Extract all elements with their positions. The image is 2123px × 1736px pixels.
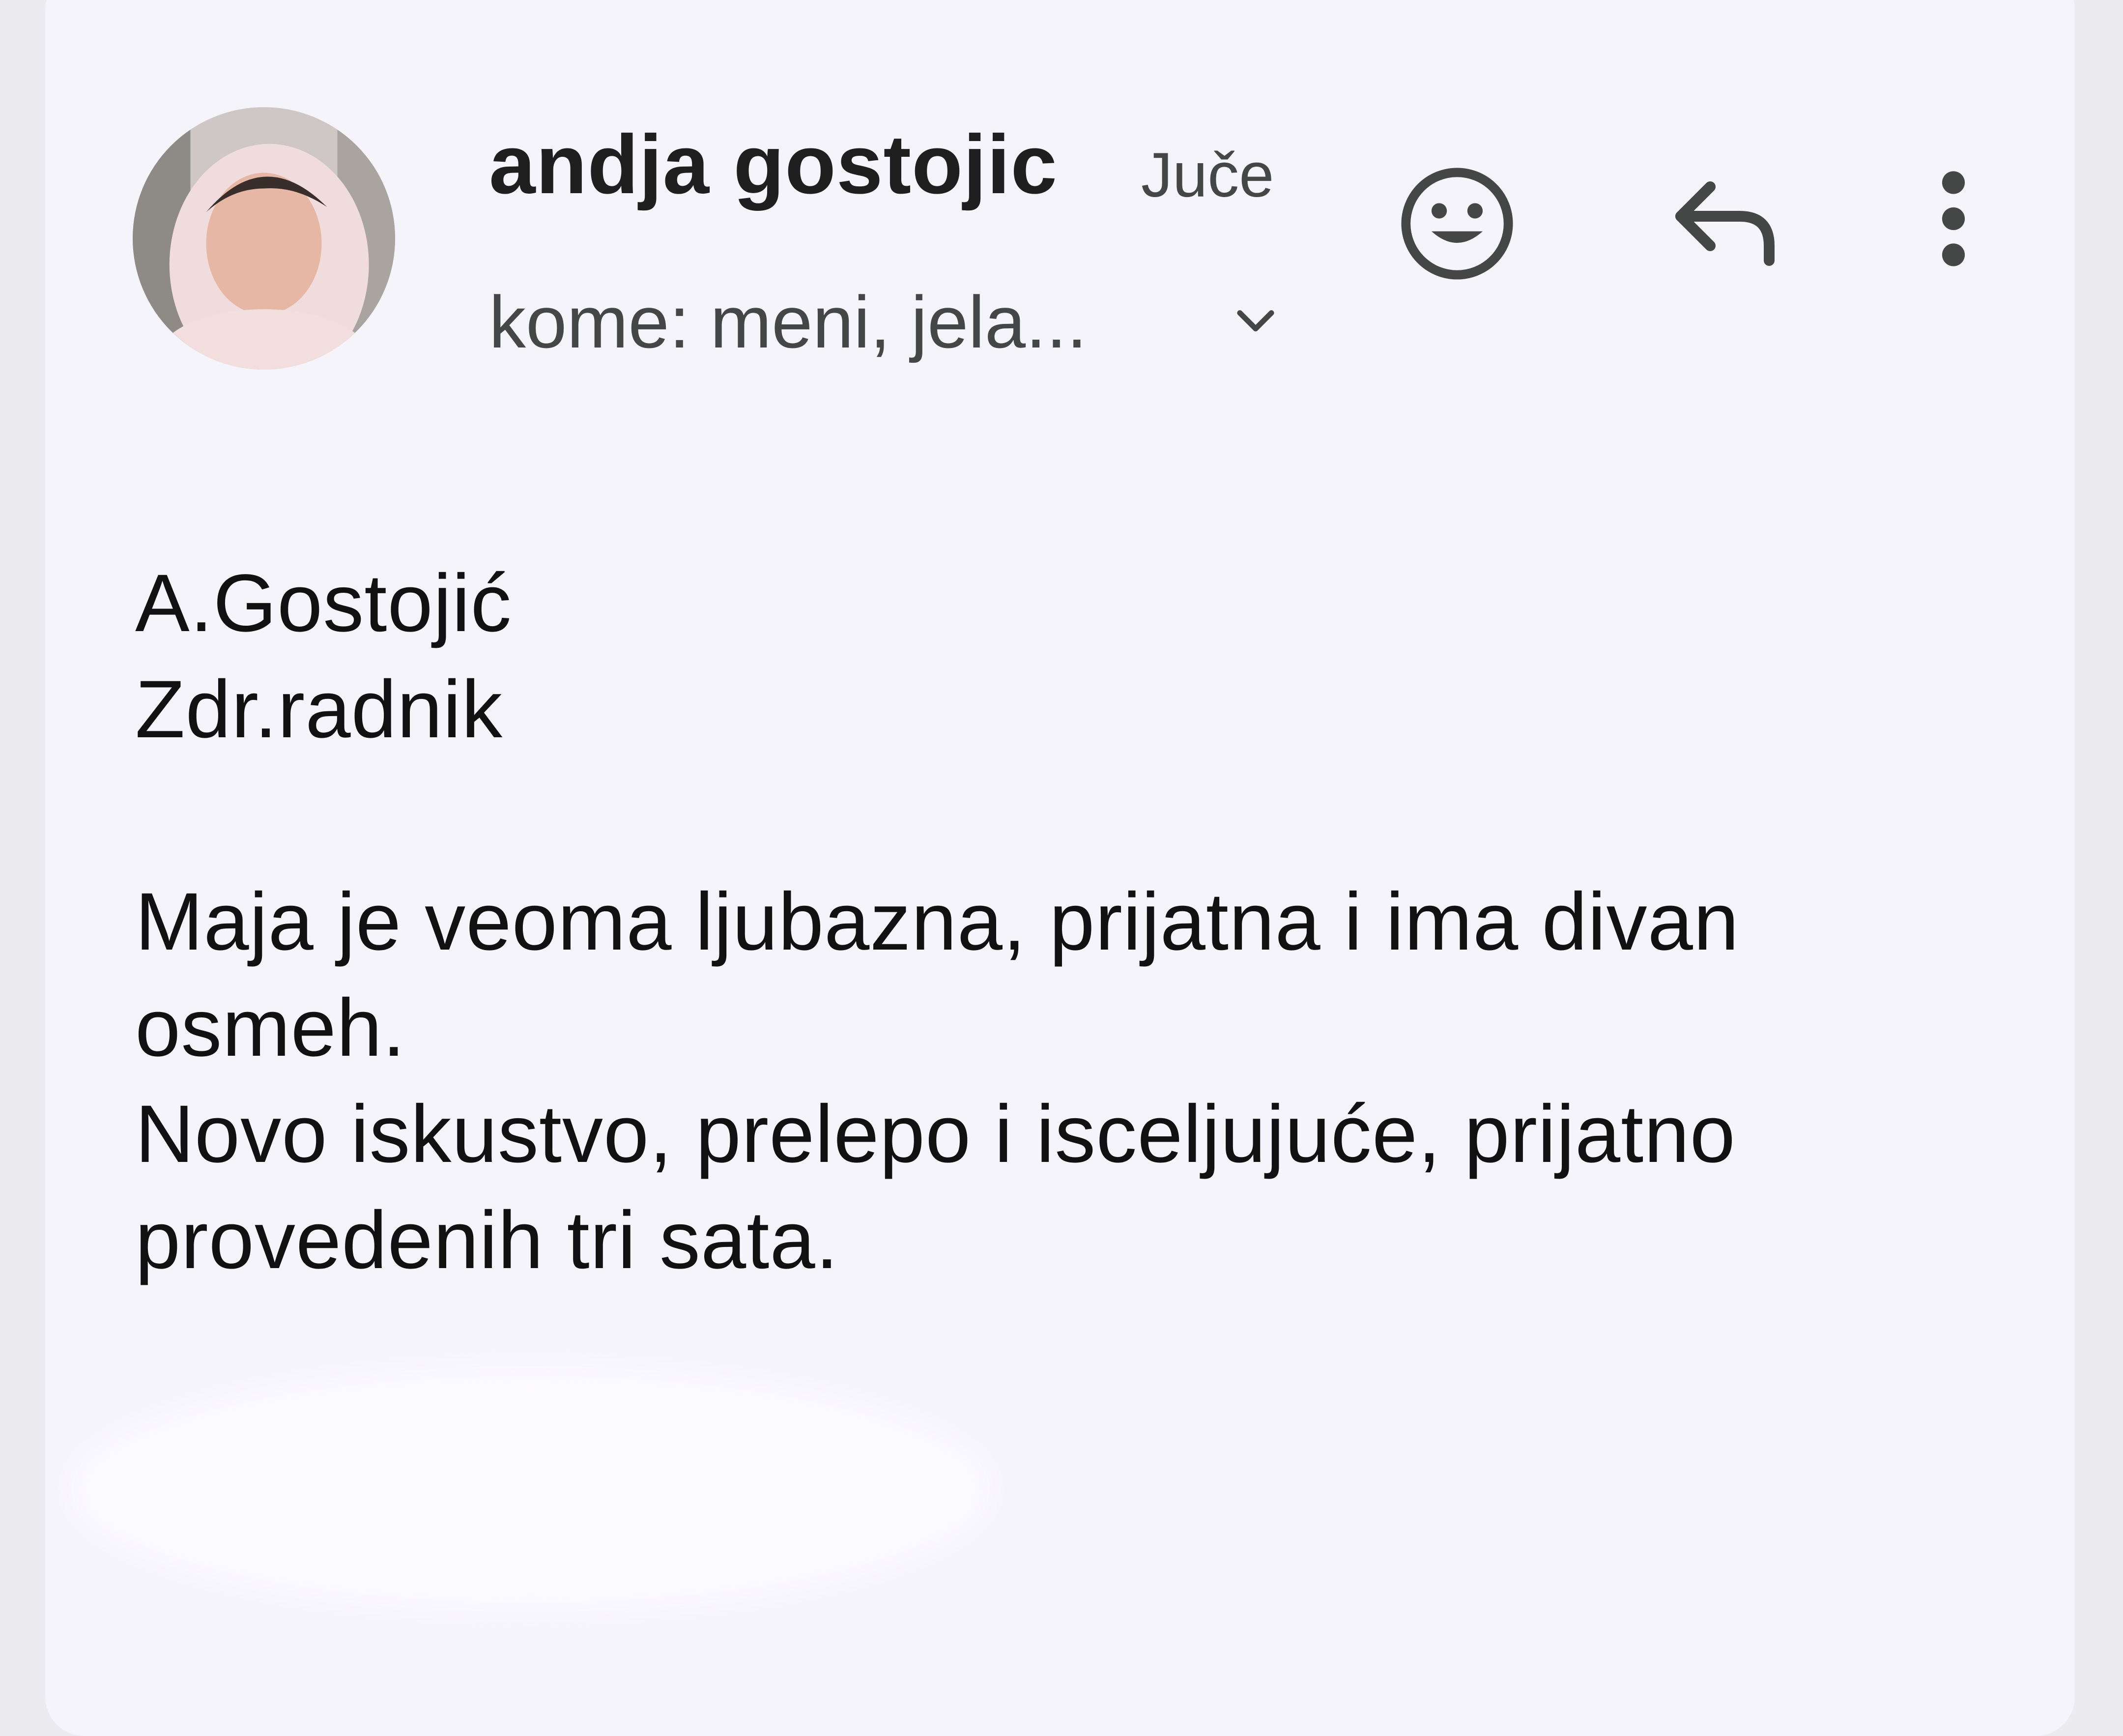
body-line: osmeh.: [135, 983, 406, 1073]
more-options-button[interactable]: [1931, 167, 1976, 270]
recipients-line[interactable]: kome: meni, jela...: [489, 285, 1087, 359]
body-line: provedenih tri sata.: [135, 1195, 839, 1286]
chevron-down-icon[interactable]: [1229, 295, 1283, 349]
body-line: Novo iskustvo, prelepo i isceljujuće, pr…: [135, 1089, 1736, 1180]
sender-avatar[interactable]: [133, 107, 395, 370]
body-line: Maja je veoma ljubazna, prijatna i ima d…: [135, 876, 1740, 967]
message-body: A.Gostojić Zdr.radnik Maja je veoma ljub…: [135, 550, 1953, 1294]
reply-arrow-icon: [1675, 181, 1775, 266]
message-date: Juče: [1141, 140, 1274, 210]
redacted-area: [69, 1366, 993, 1612]
vertical-dots-icon: [1942, 171, 1965, 266]
avatar-photo: [133, 107, 395, 370]
signature-name: A.Gostojić: [135, 558, 512, 649]
smiley-face-icon: [1401, 168, 1513, 280]
signature-title: Zdr.radnik: [135, 664, 503, 755]
sender-name: andja gostojic: [489, 118, 1058, 211]
add-reaction-button[interactable]: [1396, 162, 1519, 285]
reply-button[interactable]: [1666, 172, 1784, 270]
